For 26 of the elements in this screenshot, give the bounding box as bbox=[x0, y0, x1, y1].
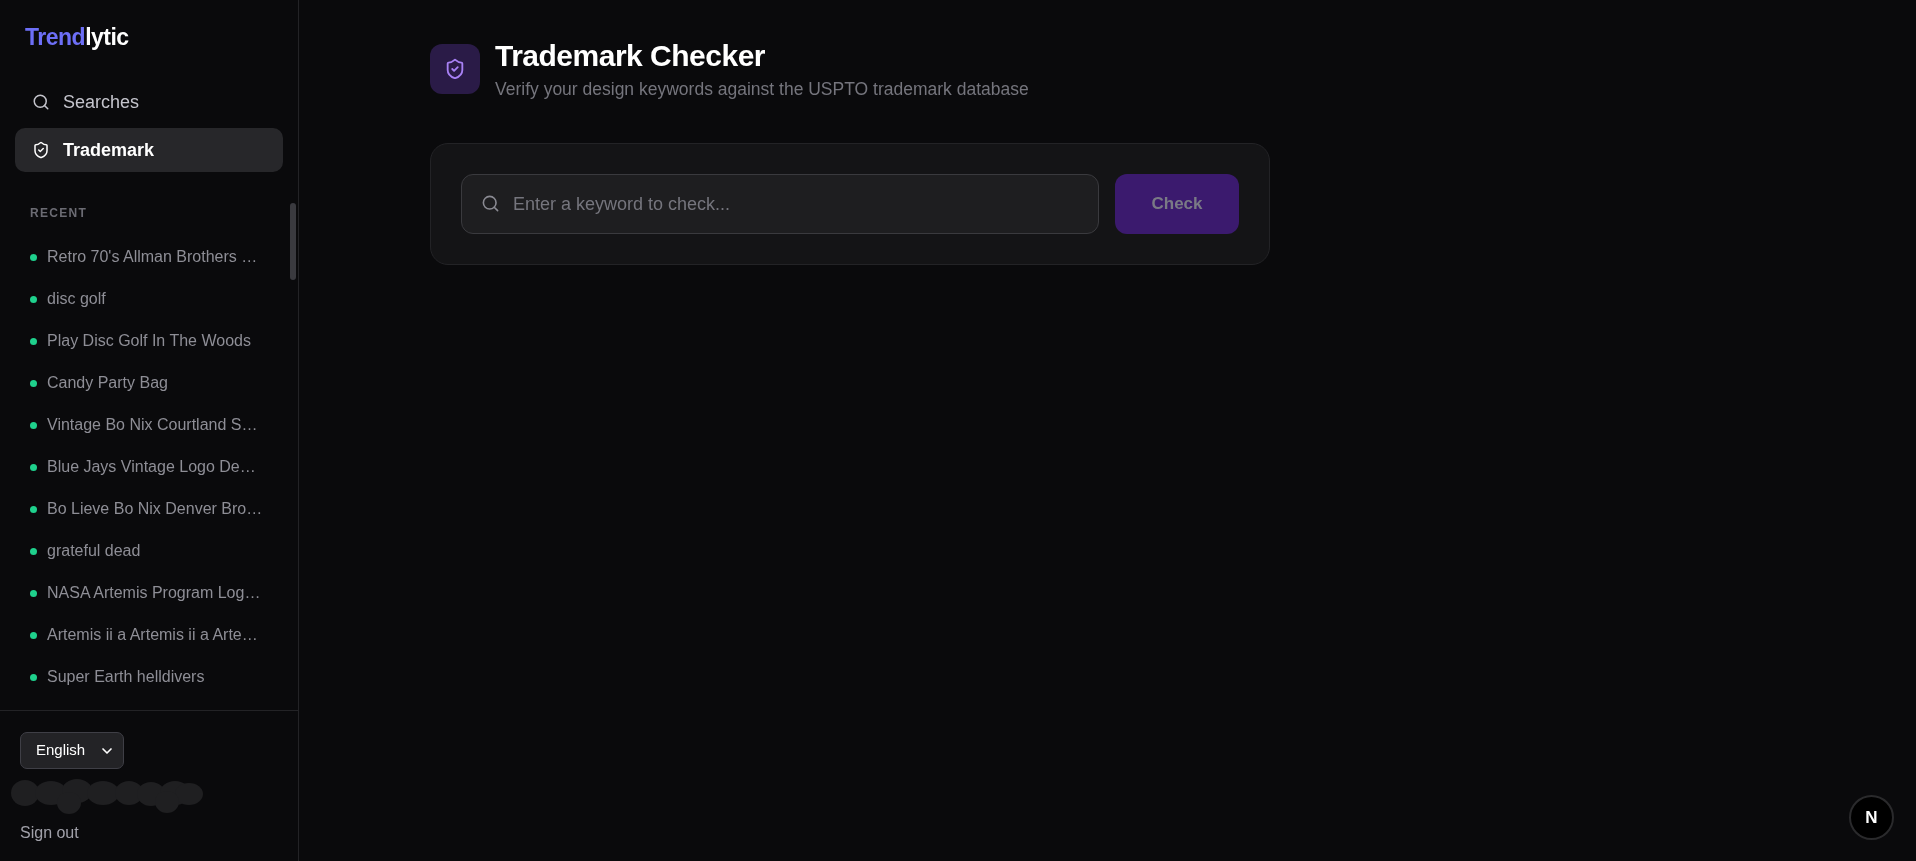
nav-item[interactable]: Searches bbox=[15, 80, 283, 124]
section-heading: RECENT bbox=[30, 205, 88, 221]
recent-search-link[interactable]: NASA Artemis Program Log… bbox=[47, 583, 261, 603]
search-icon bbox=[481, 194, 500, 213]
recent-search-link[interactable]: Vintage Bo Nix Courtland S… bbox=[47, 415, 258, 435]
recent-search-link[interactable]: Candy Party Bag bbox=[47, 373, 168, 393]
page-title: Trademark Checker bbox=[495, 40, 766, 72]
shield-check-icon bbox=[32, 141, 50, 159]
recent-search-link[interactable]: Blue Jays Vintage Logo De… bbox=[47, 457, 256, 477]
language-select[interactable]: English bbox=[20, 732, 124, 769]
recent-search-link[interactable]: Super Earth helldivers bbox=[47, 667, 205, 687]
search-icon bbox=[32, 93, 50, 111]
nav-item[interactable]: Trademark bbox=[15, 128, 283, 172]
scrollbar-thumb[interactable] bbox=[290, 203, 296, 280]
sign-out-link[interactable]: Sign out bbox=[20, 823, 79, 843]
recent-search-link[interactable]: grateful dead bbox=[47, 541, 141, 561]
keyword-input-field[interactable]: Enter a keyword to check... bbox=[461, 174, 1099, 234]
page-subtitle: Verify your design keywords against the USPTO trademark database bbox=[495, 78, 1029, 100]
recent-search-link[interactable]: Play Disc Golf In The Woods bbox=[47, 331, 251, 351]
recent-search-link[interactable]: Retro 70's Allman Brothers … bbox=[47, 247, 258, 267]
recent-search-link[interactable]: Artemis ii a Artemis ii a Arte… bbox=[47, 625, 258, 645]
shield-check-icon bbox=[430, 44, 480, 94]
app-logo[interactable]: Trendlytic bbox=[25, 23, 129, 51]
recent-search-link[interactable]: Bo Lieve Bo Nix Denver Bro… bbox=[47, 499, 263, 519]
dev-tools-badge[interactable]: N bbox=[1849, 795, 1894, 840]
recent-search-link[interactable]: disc golf bbox=[47, 289, 106, 309]
